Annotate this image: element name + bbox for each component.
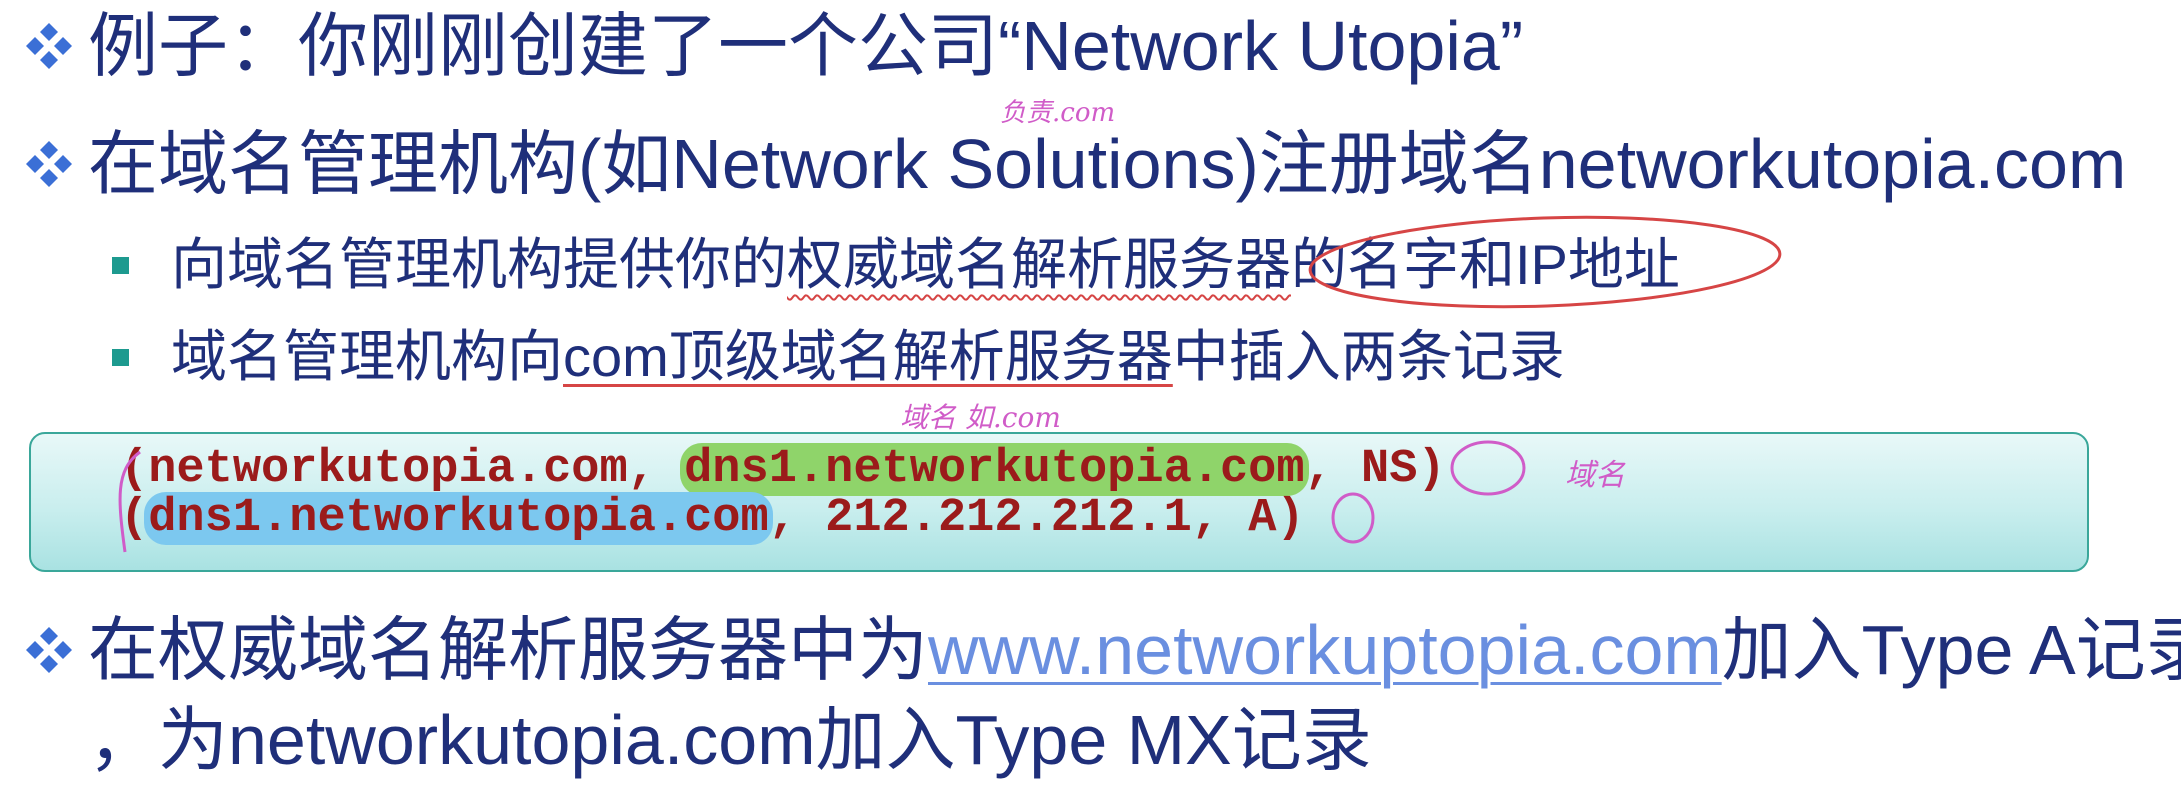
ns-record: (networkutopia.com, dns1.networkutopia.c… [120,443,1446,496]
a-record-server: dns1.networkutopia.com [144,492,773,545]
ns-record-server: dns1.networkutopia.com [680,443,1309,496]
insert-text-a: 域名管理机构向 [171,325,563,388]
company-name-text: “Network Utopia” [998,7,1524,85]
annotation-right: 域名 [1565,458,1625,493]
example-prefix-text: 例子：你刚刚创建了一个公司 [88,7,998,85]
sub-bullet-provide-server: 向域名管理机构提供你的 权威域名解析服务器 的名字和IP地址 [112,230,1680,300]
a-record: (dns1.networkutopia.com, 212.212.212.1, … [120,492,1305,545]
a-record-close: , 212.212.212.1, A) [768,492,1305,545]
annotation-mid: 域名 如.com [900,401,1061,434]
sub-bullet-insert-records: 域名管理机构向 com顶级域名解析服务器 中插入两条记录 [112,322,1565,392]
ns-record-open: (networkutopia.com, [120,443,685,496]
insert-text-b: 中插入两条记录 [1172,325,1565,388]
four-diamond-icon [22,137,76,191]
tld-server-text: com顶级域名解析服务器 [563,325,1173,388]
annotation-top: 负责.com [1000,98,1116,128]
bullet-line-add-records: 在权威域名解析服务器中为 www.networkuptopia.com 加入Type… [22,608,2181,692]
four-diamond-icon [22,623,76,677]
provide-text-a: 向域名管理机构提供你的 [171,233,787,296]
add-records-text-a: 在权威域名解析服务器中为 [88,611,928,689]
provide-text-b: 的名字和IP地址 [1291,233,1680,296]
add-records-text-b: 加入Type A记录 [1721,611,2181,689]
authoritative-server-text: 权威域名解析服务器 [787,233,1291,296]
square-bullet-icon [112,348,129,366]
square-bullet-icon [112,256,129,274]
ns-record-close: , NS) [1304,443,1446,496]
four-diamond-icon [22,19,76,73]
register-domain-text: 在域名管理机构(如Network Solutions)注册域名networkut… [88,125,2127,203]
mx-record-text: ，为networkutopia.com加入Type MX记录 [88,701,1372,779]
bullet-line-example: 例子：你刚刚创建了一个公司 “Network Utopia” [22,4,1523,88]
www-link[interactable]: www.networkuptopia.com [928,608,1722,692]
bullet-line-register: 在域名管理机构(如Network Solutions)注册域名networkut… [22,122,2126,206]
continuation-line-mx: ，为networkutopia.com加入Type MX记录 [88,698,1372,782]
